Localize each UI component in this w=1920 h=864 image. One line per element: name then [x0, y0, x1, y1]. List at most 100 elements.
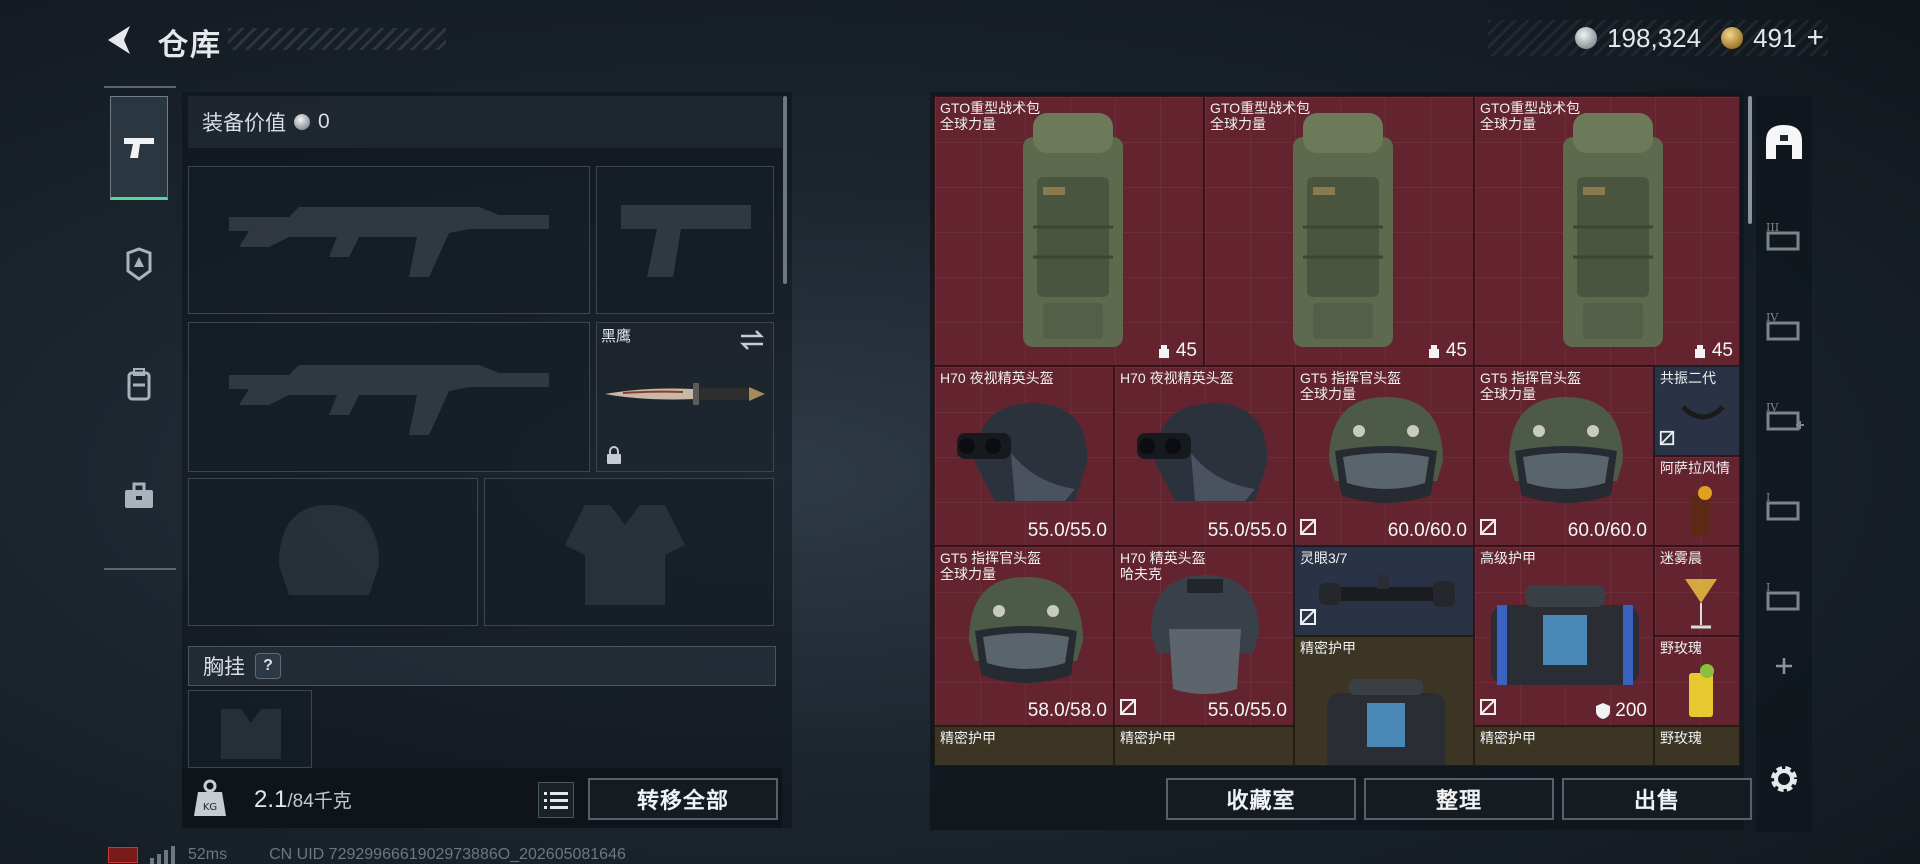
storage-item[interactable]: GT5 指挥官头盔 全球力量 58.0/58.0: [934, 546, 1114, 726]
tab-storage-IV[interactable]: IV: [1756, 286, 1812, 366]
storage-item[interactable]: H70 精英头盔 哈夫克 55.0/55.0: [1114, 546, 1294, 726]
storage-item[interactable]: GT5 指挥官头盔 全球力量 60.0/60.0: [1474, 366, 1654, 546]
headset-image: [1681, 405, 1725, 420]
item-name: 精密护甲: [1300, 640, 1356, 656]
item-name: 共振二代: [1660, 370, 1716, 386]
silver-coin-icon: [294, 114, 310, 130]
item-name: GTO重型战术包: [1210, 100, 1311, 116]
vest-silhouette-icon: [565, 505, 685, 605]
tab-backpack[interactable]: [110, 332, 168, 436]
item-faction: 全球力量: [1210, 116, 1266, 132]
tab-storage-I[interactable]: I: [1756, 466, 1812, 546]
pistol-slot[interactable]: [596, 166, 774, 314]
storage-item[interactable]: H70 夜视精英头盔 55.0/55.0: [1114, 366, 1294, 546]
capacity-icon: [1428, 345, 1439, 358]
add-currency-button[interactable]: +: [1806, 21, 1824, 55]
gold-amount: 491: [1753, 22, 1797, 53]
battery-low-icon: [108, 847, 138, 863]
storage-item[interactable]: 高级护甲 200: [1474, 546, 1654, 726]
item-name: H70 精英头盔: [1120, 550, 1206, 566]
storage-item[interactable]: 阿萨拉风情: [1654, 456, 1740, 546]
tab-toolbox[interactable]: [110, 444, 168, 548]
item-durability: 55.0/55.0: [1027, 520, 1107, 541]
item-faction: 全球力量: [940, 566, 996, 582]
tab-storage-III[interactable]: III: [1756, 196, 1812, 276]
tab-armor[interactable]: [110, 212, 168, 316]
collection-room-button[interactable]: 收藏室: [1166, 778, 1356, 820]
primary-weapon-slot-2[interactable]: [188, 322, 590, 472]
tab-storage-IV-plus[interactable]: IV: [1756, 376, 1812, 456]
storage-scrollbar[interactable]: [1748, 96, 1752, 224]
item-name: GT5 指挥官头盔: [1480, 370, 1582, 386]
helmet-slot[interactable]: [188, 478, 478, 626]
item-name: 精密护甲: [1120, 730, 1176, 746]
item-name: 野玫瑰: [1660, 640, 1702, 656]
storage-item[interactable]: 精密护甲: [1294, 636, 1474, 766]
gold-coin-icon: [1721, 27, 1744, 49]
carry-weight: 2.1/84千克: [254, 786, 352, 814]
storage-item[interactable]: GT5 指挥官头盔 全球力量 60.0/60.0: [1294, 366, 1474, 546]
silver-coin-icon: [1575, 27, 1598, 49]
storage-IV-icon: IV: [1766, 311, 1800, 341]
rifle-silhouette-icon: [229, 207, 549, 277]
sell-button[interactable]: 出售: [1562, 778, 1752, 820]
storage-item[interactable]: 野玫瑰: [1654, 636, 1740, 726]
back-button[interactable]: [100, 20, 140, 60]
transfer-all-button[interactable]: 转移全部: [588, 778, 778, 820]
page-title: 仓库: [158, 29, 222, 62]
capacity-icon: [1694, 345, 1705, 358]
tab-storage-I-alt[interactable]: I: [1756, 556, 1812, 636]
signal-icon: [150, 846, 175, 864]
storage-IV-plus-icon: IV: [1766, 401, 1804, 431]
storage-item[interactable]: 精密护甲: [1114, 726, 1294, 766]
list-view-button[interactable]: [538, 782, 574, 818]
settings-button[interactable]: [1756, 742, 1812, 816]
weight-current: 2.1: [254, 786, 288, 813]
equipment-tabs: [104, 86, 176, 570]
svg-text:KG: KG: [203, 802, 217, 813]
lemonade-image: [1689, 664, 1714, 717]
storage-grid: GTO重型战术包 全球力量 45 GTO重型战术包 全球力量 45 GTO重型战…: [934, 96, 1740, 766]
help-button[interactable]: ?: [255, 653, 281, 679]
storage-item[interactable]: 共振二代: [1654, 366, 1740, 456]
storage-item[interactable]: 野玫瑰: [1654, 726, 1740, 766]
equipment-scrollbar[interactable]: [783, 96, 787, 284]
equipment-value-label: 装备价值: [202, 112, 286, 135]
organize-button[interactable]: 整理: [1364, 778, 1554, 820]
equipment-value-header: 装备价值 0: [188, 96, 782, 148]
chest-rig-slot[interactable]: [188, 690, 312, 768]
knife-name: 黑鹰: [601, 328, 632, 345]
weight-icon: KG: [192, 778, 228, 818]
tab-storage-main[interactable]: [1756, 102, 1812, 182]
swap-icon[interactable]: [739, 329, 765, 351]
night-vision-helmet-image: [1137, 403, 1268, 501]
body-armor-slot[interactable]: [484, 478, 774, 626]
item-name: 高级护甲: [1480, 550, 1536, 566]
scope-image: [1319, 575, 1455, 607]
storage-item[interactable]: H70 夜视精英头盔 55.0/55.0: [934, 366, 1114, 546]
storage-I-icon: I: [1766, 491, 1800, 521]
tab-weapons[interactable]: [110, 96, 168, 200]
storage-item[interactable]: GTO重型战术包 全球力量 45: [934, 96, 1204, 366]
commander-helmet-image: [969, 577, 1083, 683]
add-storage-button[interactable]: [1756, 636, 1812, 696]
storage-item[interactable]: GTO重型战术包 全球力量 45: [1204, 96, 1474, 366]
storage-item[interactable]: 精密护甲: [1474, 726, 1654, 766]
storage-I-alt-icon: I: [1766, 581, 1800, 611]
storage-item[interactable]: GTO重型战术包 全球力量 45: [1474, 96, 1740, 366]
silver-amount: 198,324: [1607, 22, 1702, 53]
item-faction: 全球力量: [1480, 386, 1536, 402]
backpack-image: [1563, 113, 1663, 347]
storage-item[interactable]: 迷雾晨: [1654, 546, 1740, 636]
melee-slot[interactable]: 黑鹰: [596, 322, 774, 472]
item-name: GT5 指挥官头盔: [940, 550, 1042, 566]
storage-item[interactable]: 精密护甲: [934, 726, 1114, 766]
title-decoration: [228, 28, 446, 50]
storage-item[interactable]: 灵眼3/7: [1294, 546, 1474, 636]
primary-weapon-slot-1[interactable]: [188, 166, 590, 314]
no-trade-icon: [1300, 519, 1316, 535]
combat-knife-icon: [605, 383, 765, 405]
ping-value: 52ms: [188, 846, 228, 863]
commander-helmet-image: [1509, 397, 1623, 503]
item-name: 阿萨拉风情: [1660, 460, 1730, 476]
